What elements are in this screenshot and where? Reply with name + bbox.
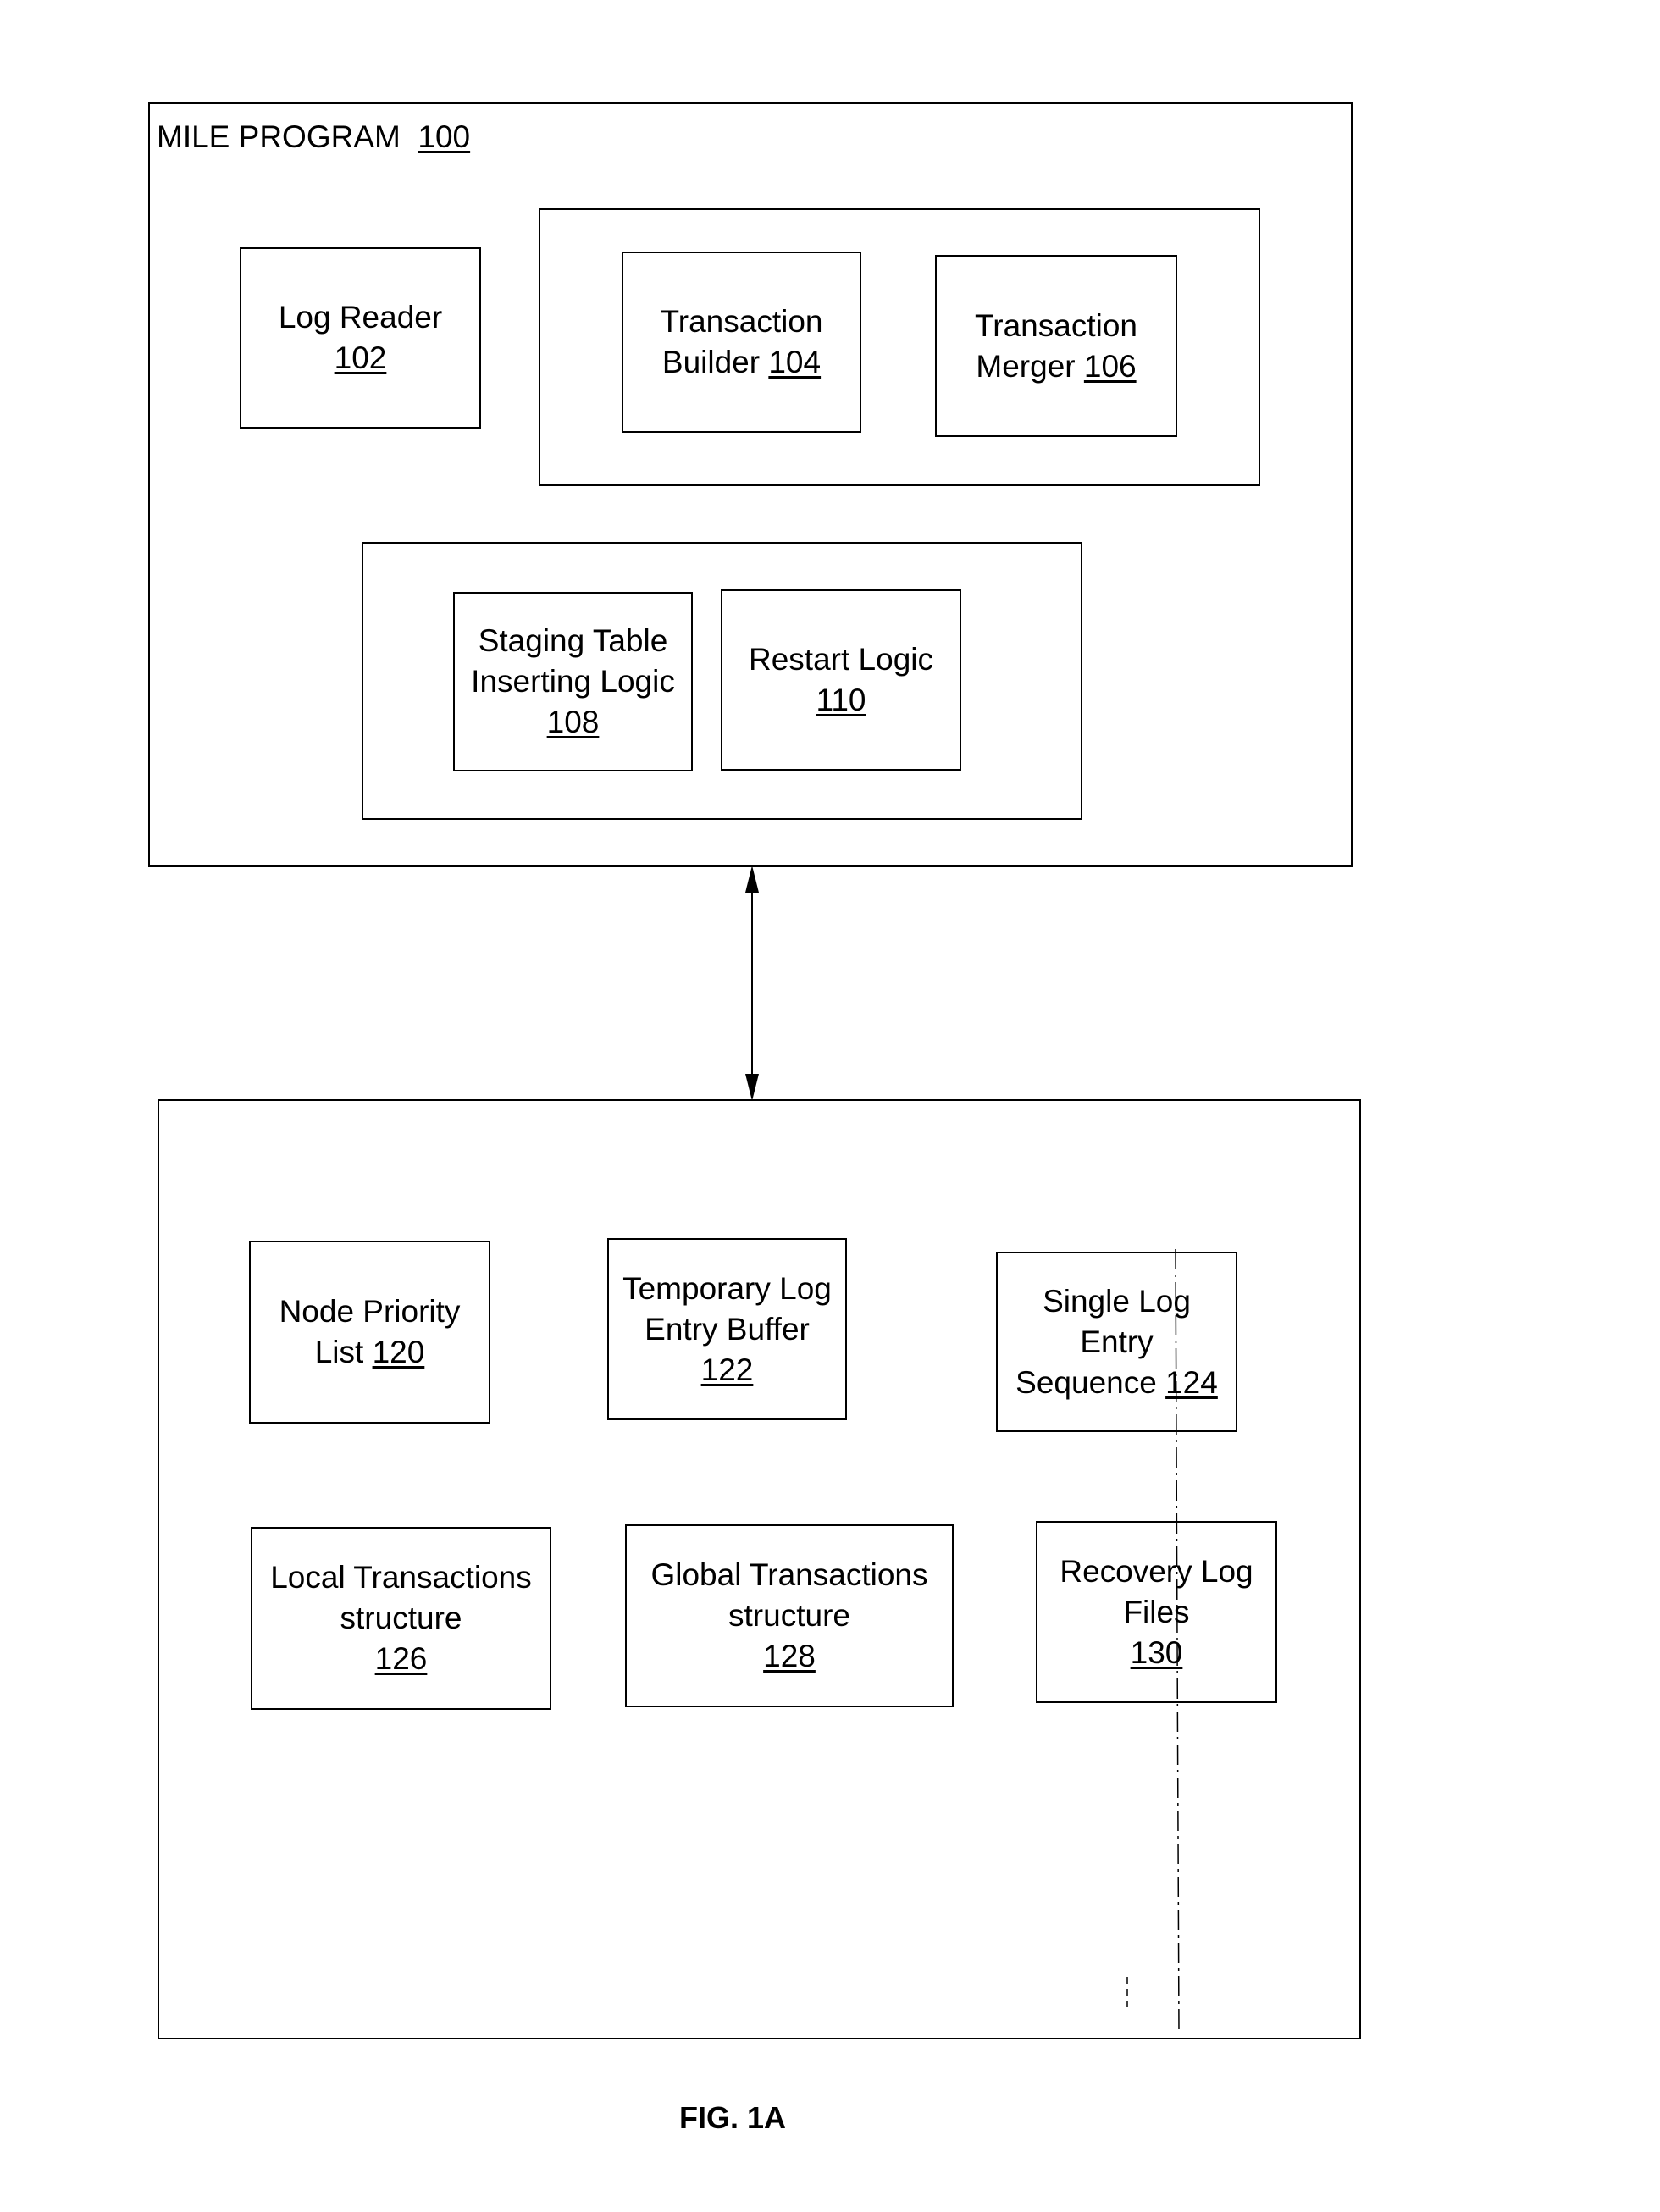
arrow-head-down [745, 1074, 759, 1101]
dashed-guide-line [1175, 1248, 1180, 2033]
arrow-head-up [745, 865, 759, 893]
bidirectional-arrow [745, 865, 759, 1101]
connectors-layer [745, 865, 1180, 2033]
figure-label: FIG. 1A [678, 2100, 787, 2135]
